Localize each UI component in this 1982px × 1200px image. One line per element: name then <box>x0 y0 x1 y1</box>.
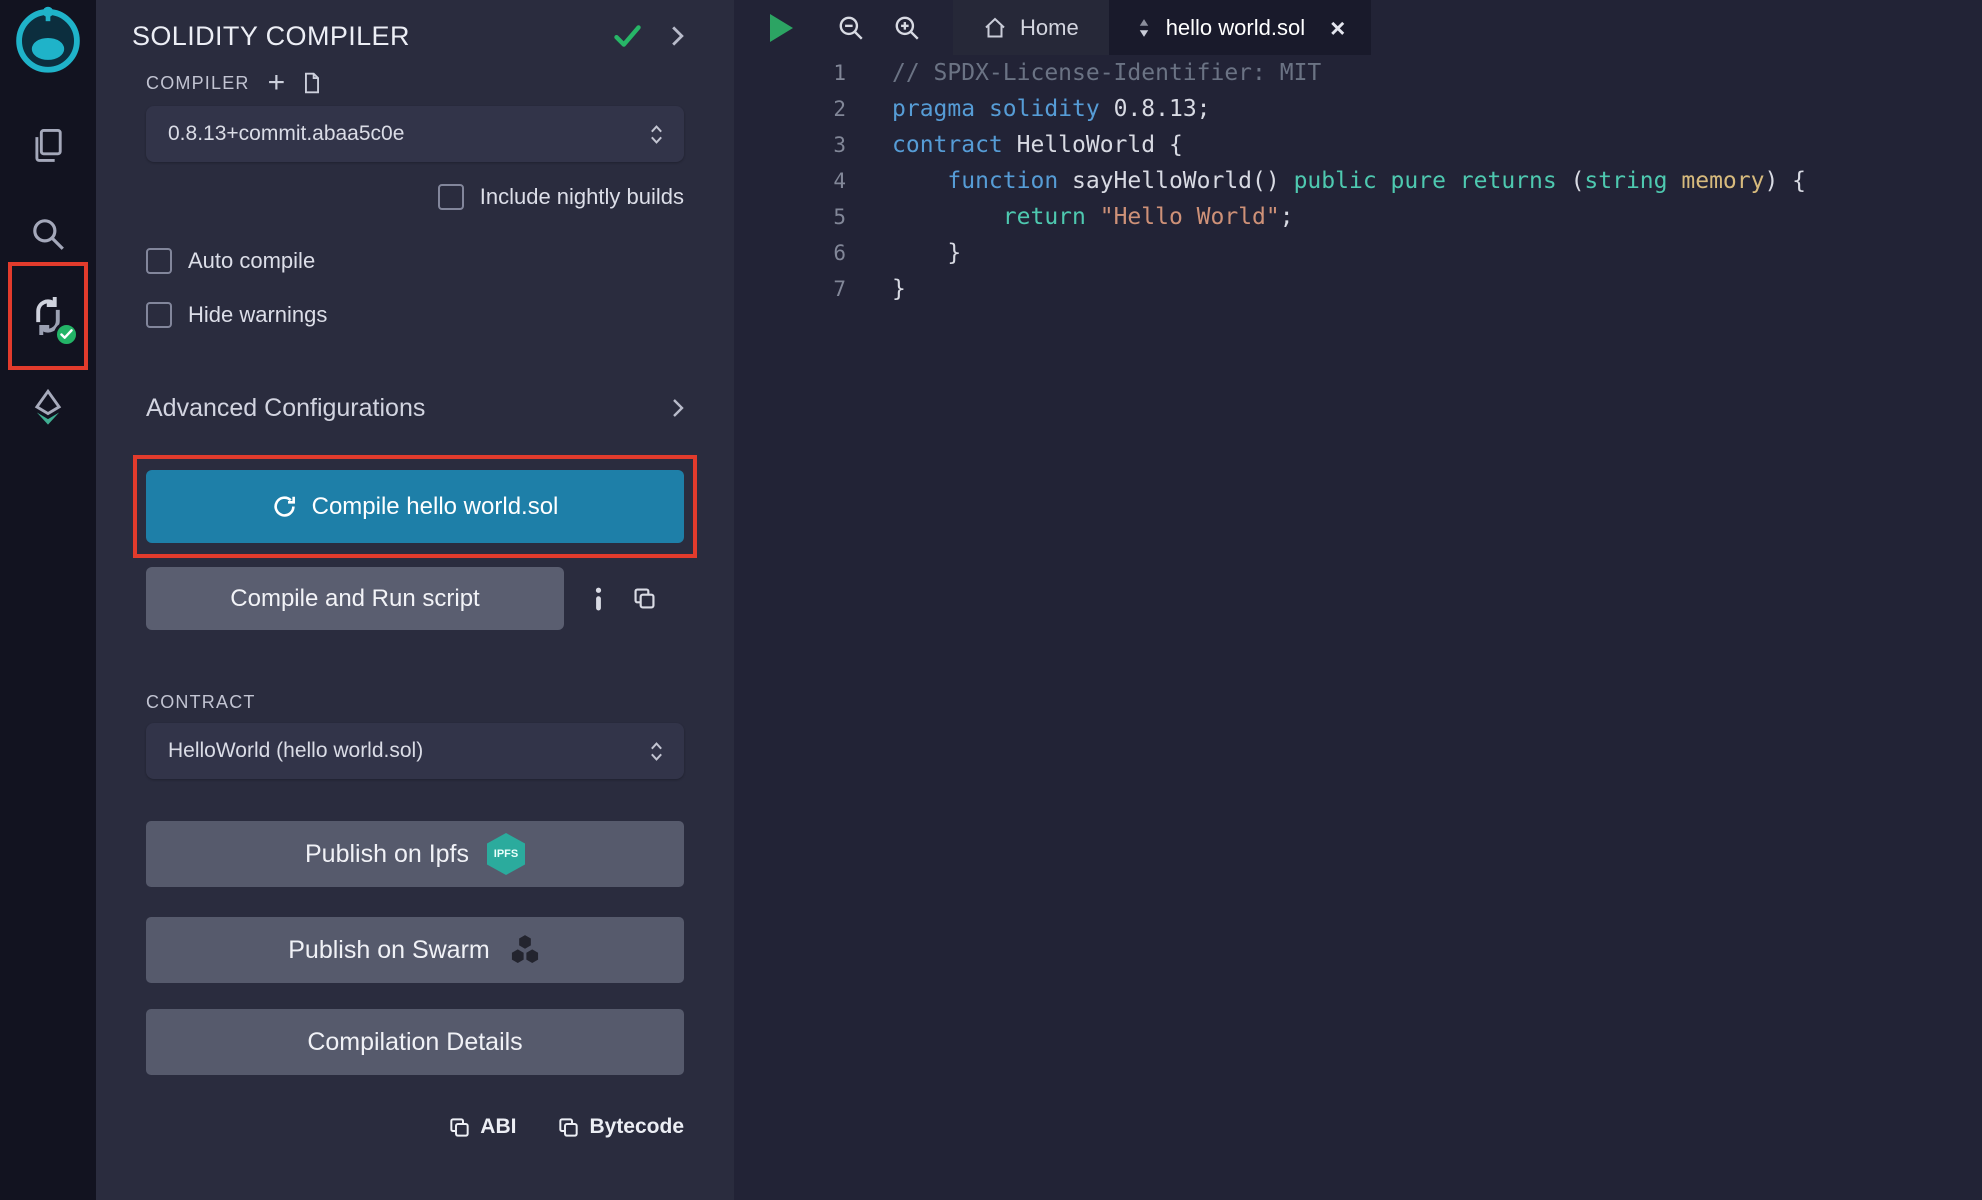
code-line: 3contract HelloWorld { <box>734 127 1982 163</box>
publish-ipfs-label: Publish on Ipfs <box>305 840 469 869</box>
code-text: pragma solidity 0.8.13; <box>846 91 1211 127</box>
line-number: 2 <box>734 91 846 127</box>
tab-hello-world-sol[interactable]: hello world.sol × <box>1109 0 1372 55</box>
solidity-file-icon <box>1135 18 1153 38</box>
tab-hello-world-label: hello world.sol <box>1166 15 1305 41</box>
compiler-version-value: 0.8.13+commit.abaa5c0e <box>168 122 404 146</box>
home-icon <box>983 16 1007 40</box>
ipfs-icon: IPFS <box>487 833 525 875</box>
code-editor[interactable]: 1// SPDX-License-Identifier: MIT2pragma … <box>734 55 1982 307</box>
file-explorer-icon[interactable] <box>25 123 71 169</box>
tab-home-label: Home <box>1020 15 1079 41</box>
icon-bar <box>0 0 96 1200</box>
compiler-section-header: COMPILER + <box>146 72 684 94</box>
line-number: 4 <box>734 163 846 199</box>
line-number: 7 <box>734 271 846 307</box>
copy-script-icon[interactable] <box>633 587 656 610</box>
line-number: 5 <box>734 199 846 235</box>
code-text: contract HelloWorld { <box>846 127 1183 163</box>
search-icon[interactable] <box>25 211 71 257</box>
code-line: 1// SPDX-License-Identifier: MIT <box>734 55 1982 91</box>
panel-expand-chevron-icon[interactable] <box>671 25 684 47</box>
code-line: 5 return "Hello World"; <box>734 199 1982 235</box>
editor-area: Home hello world.sol × 1// SPDX-License-… <box>734 0 1982 1200</box>
hide-warnings-checkbox-row[interactable]: Hide warnings <box>146 302 684 328</box>
copy-bytecode-button[interactable]: Bytecode <box>558 1115 684 1139</box>
publish-on-swarm-button[interactable]: Publish on Swarm <box>146 917 684 983</box>
tabs: Home hello world.sol × <box>953 0 1371 55</box>
compile-success-check-icon <box>614 25 641 47</box>
panel-header: SOLIDITY COMPILER <box>132 18 684 54</box>
code-line: 7} <box>734 271 1982 307</box>
deploy-and-run-icon[interactable] <box>25 385 71 431</box>
code-line: 6 } <box>734 235 1982 271</box>
compilation-details-label: Compilation Details <box>307 1028 522 1057</box>
compile-success-badge-icon <box>54 322 79 347</box>
publish-on-ipfs-button[interactable]: Publish on Ipfs IPFS <box>146 821 684 887</box>
select-arrows-icon <box>649 122 664 147</box>
auto-compile-checkbox-row[interactable]: Auto compile <box>146 248 684 274</box>
bytecode-label: Bytecode <box>589 1115 684 1139</box>
hide-warnings-label: Hide warnings <box>188 302 327 328</box>
swarm-icon <box>508 934 542 966</box>
open-compiler-file-icon[interactable] <box>303 72 321 94</box>
code-text: // SPDX-License-Identifier: MIT <box>846 55 1321 91</box>
tab-home[interactable]: Home <box>953 0 1109 55</box>
tab-bar: Home hello world.sol × <box>734 0 1982 55</box>
compiler-version-select[interactable]: 0.8.13+commit.abaa5c0e <box>146 106 684 162</box>
code-text: function sayHelloWorld() public pure ret… <box>846 163 1806 199</box>
compilation-details-button[interactable]: Compilation Details <box>146 1009 684 1075</box>
publish-swarm-label: Publish on Swarm <box>288 936 489 965</box>
include-nightly-checkbox[interactable] <box>438 184 464 210</box>
compile-button-area: Compile hello world.sol <box>146 470 684 543</box>
contract-select[interactable]: HelloWorld (hello world.sol) <box>146 723 684 779</box>
contract-section-label: CONTRACT <box>146 692 684 713</box>
copy-abi-button[interactable]: ABI <box>449 1115 516 1139</box>
line-number: 3 <box>734 127 846 163</box>
abi-label: ABI <box>480 1115 516 1139</box>
compile-and-run-label: Compile and Run script <box>230 585 479 612</box>
side-panel: SOLIDITY COMPILER COMPILER + <box>96 0 734 1200</box>
auto-compile-checkbox[interactable] <box>146 248 172 274</box>
page-title: SOLIDITY COMPILER <box>132 21 614 52</box>
run-script-play-button[interactable] <box>770 14 793 42</box>
abi-bytecode-row: ABI Bytecode <box>146 1115 684 1139</box>
code-text: return "Hello World"; <box>846 199 1294 235</box>
remix-app: SOLIDITY COMPILER COMPILER + <box>0 0 1982 1200</box>
compile-and-run-button[interactable]: Compile and Run script <box>146 567 564 630</box>
auto-compile-label: Auto compile <box>188 248 315 274</box>
zoom-out-icon[interactable] <box>837 14 865 42</box>
solidity-compiler-icon[interactable] <box>25 293 71 339</box>
compile-button[interactable]: Compile hello world.sol <box>146 470 684 543</box>
code-line: 4 function sayHelloWorld() public pure r… <box>734 163 1982 199</box>
code-line: 2pragma solidity 0.8.13; <box>734 91 1982 127</box>
remix-logo[interactable] <box>11 5 85 79</box>
code-text: } <box>846 271 906 307</box>
include-nightly-label: Include nightly builds <box>480 184 684 210</box>
contract-select-value: HelloWorld (hello world.sol) <box>168 739 423 763</box>
line-number: 1 <box>734 55 846 91</box>
compiler-section-label: COMPILER <box>146 73 250 94</box>
hide-warnings-checkbox[interactable] <box>146 302 172 328</box>
select-arrows-icon <box>649 739 664 764</box>
line-number: 6 <box>734 235 846 271</box>
chevron-right-icon <box>672 398 684 418</box>
compile-button-label: Compile hello world.sol <box>312 493 559 521</box>
info-icon[interactable] <box>594 587 603 611</box>
advanced-configurations-toggle[interactable]: Advanced Configurations <box>146 392 684 424</box>
zoom-in-icon[interactable] <box>893 14 921 42</box>
include-nightly-builds-checkbox-row[interactable]: Include nightly builds <box>146 184 684 210</box>
add-compiler-icon[interactable]: + <box>268 73 286 93</box>
advanced-configurations-label: Advanced Configurations <box>146 394 425 423</box>
code-text: } <box>846 235 961 271</box>
close-tab-icon[interactable]: × <box>1330 15 1345 41</box>
compile-and-run-row: Compile and Run script <box>146 567 684 630</box>
refresh-icon <box>272 494 297 519</box>
